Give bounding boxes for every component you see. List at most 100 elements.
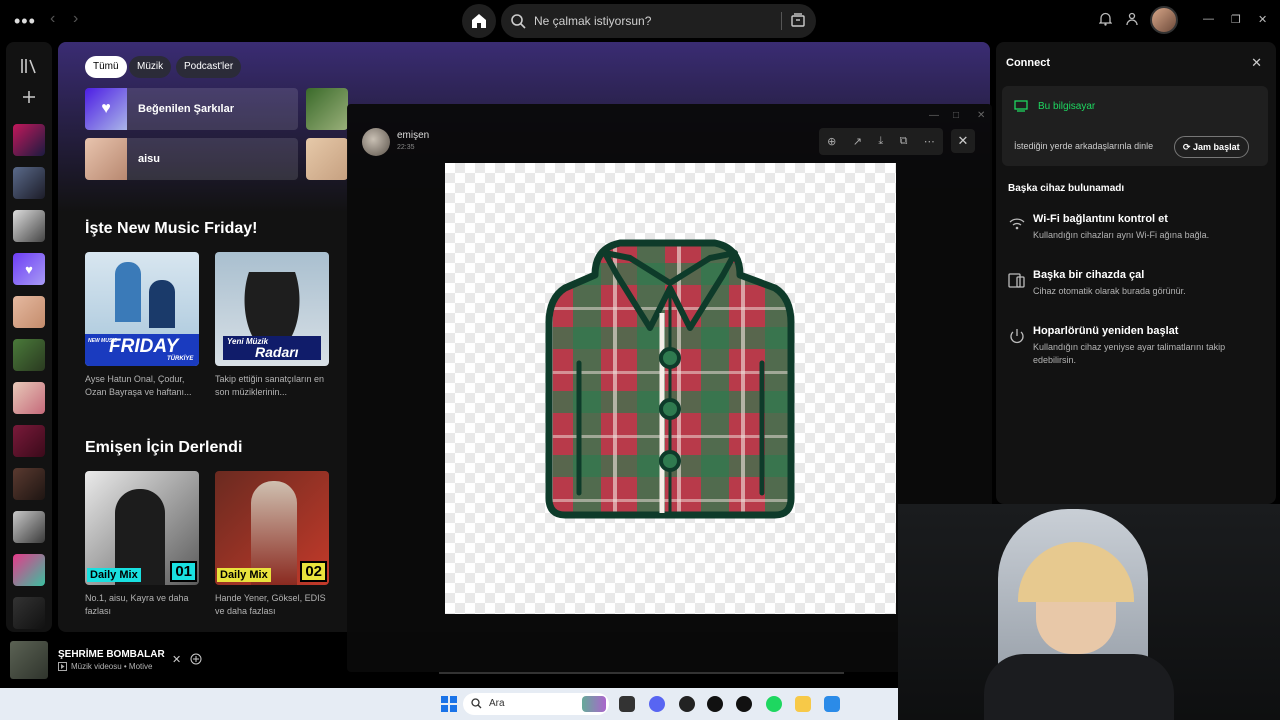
chatgpt-icon[interactable] xyxy=(736,696,752,712)
obs-icon[interactable] xyxy=(707,696,723,712)
close-icon[interactable]: ✕ xyxy=(1251,55,1262,71)
bell-icon[interactable] xyxy=(1099,12,1112,26)
option-description: Kullandığın cihazları aynı Wi-Fi ağına b… xyxy=(1033,230,1210,240)
library-item[interactable] xyxy=(13,425,45,457)
sender-name[interactable]: emişen xyxy=(397,130,429,141)
forward-arrow-icon[interactable]: › xyxy=(73,10,78,28)
search-divider xyxy=(781,12,782,30)
restore-icon[interactable]: ❐ xyxy=(1231,13,1241,26)
minimize-icon[interactable]: — xyxy=(1203,13,1214,25)
heart-icon: ♥ xyxy=(101,100,111,117)
library-item-liked[interactable]: ♥ xyxy=(13,253,45,285)
option-title: Hoparlörünü yeniden başlat xyxy=(1033,325,1179,337)
computer-icon xyxy=(1014,100,1028,112)
menu-dots-icon[interactable]: ••• xyxy=(14,11,36,32)
close-icon[interactable]: ✕ xyxy=(977,110,985,121)
quick-item-liked-songs[interactable]: ♥ Beğenilen Şarkılar xyxy=(85,88,298,130)
daily-mix-number: 02 xyxy=(300,561,327,582)
video-progress-track[interactable] xyxy=(439,672,844,674)
home-button[interactable] xyxy=(462,4,496,38)
search-highlight-icon[interactable] xyxy=(582,696,606,712)
jam-button[interactable]: ⟳ Jam başlat xyxy=(1174,136,1249,158)
quick-item[interactable] xyxy=(306,138,348,180)
windows-taskbar: Ara xyxy=(0,688,900,720)
share-icon[interactable]: ↗ xyxy=(853,135,862,148)
add-icon[interactable] xyxy=(190,653,202,665)
library-item[interactable] xyxy=(13,468,45,500)
back-arrow-icon[interactable]: ‹ xyxy=(50,10,55,28)
profile-avatar[interactable] xyxy=(1150,6,1178,34)
section-title-new-music[interactable]: İşte New Music Friday! xyxy=(85,220,258,238)
home-icon xyxy=(472,14,486,28)
download-icon[interactable]: ⤓ xyxy=(878,135,883,148)
app-icon[interactable] xyxy=(679,696,695,712)
library-item[interactable] xyxy=(13,124,45,156)
search-icon xyxy=(471,698,482,709)
library-item[interactable] xyxy=(13,296,45,328)
search-icon xyxy=(511,14,526,29)
power-icon xyxy=(1010,329,1024,344)
now-playing-subtitle[interactable]: Müzik videosu • Motive xyxy=(71,662,153,671)
library-item[interactable] xyxy=(13,210,45,242)
option-description: Kullandığın cihaz yeniyse ayar talimatla… xyxy=(1033,342,1226,365)
daily-mix-badge: Daily Mix xyxy=(87,568,141,582)
now-playing-title[interactable]: ŞEHRİME BOMBALAR xyxy=(58,649,165,660)
filter-all-chip[interactable]: Tümü xyxy=(85,56,127,78)
zoom-icon[interactable]: ⊕ xyxy=(827,135,836,148)
connect-title: Connect xyxy=(1006,57,1050,69)
library-item[interactable] xyxy=(13,382,45,414)
library-item[interactable] xyxy=(13,554,45,586)
current-device-name[interactable]: Bu bilgisayar xyxy=(1038,101,1095,112)
viewer-titlebar: — □ ✕ xyxy=(347,104,992,128)
browse-icon[interactable] xyxy=(790,12,806,28)
restore-icon[interactable]: □ xyxy=(953,110,959,121)
daily-mix-number: 01 xyxy=(170,561,197,582)
minimize-icon[interactable]: — xyxy=(929,110,939,121)
library-icon[interactable] xyxy=(20,58,38,74)
viewer-close-button[interactable]: ✕ xyxy=(951,129,975,153)
close-icon[interactable]: ✕ xyxy=(1258,13,1267,26)
search-bar[interactable]: Ne çalmak istiyorsun? xyxy=(501,4,816,38)
library-item[interactable] xyxy=(13,167,45,199)
option-title: Başka bir cihazda çal xyxy=(1033,269,1145,281)
library-item[interactable] xyxy=(13,597,45,629)
daily-mix-card-1[interactable]: Daily Mix 01 No.1, aisu, Kayra ve daha f… xyxy=(85,471,199,618)
now-playing-cover[interactable] xyxy=(10,641,48,679)
spotify-icon[interactable] xyxy=(766,696,782,712)
quick-item-cover xyxy=(306,138,348,180)
cover-main-text: FRIDAY xyxy=(109,336,179,357)
video-icon xyxy=(58,662,67,671)
plus-icon[interactable] xyxy=(22,90,36,104)
filter-music-chip[interactable]: Müzik xyxy=(129,56,172,78)
search-input[interactable]: Ne çalmak istiyorsun? xyxy=(534,14,651,28)
sender-avatar[interactable] xyxy=(362,128,390,156)
open-external-icon[interactable]: ⧉ xyxy=(900,135,908,148)
close-icon[interactable]: ✕ xyxy=(172,653,181,666)
file-explorer-icon[interactable] xyxy=(795,696,811,712)
heart-icon: ♥ xyxy=(25,261,33,277)
library-sidebar: ♥ xyxy=(6,42,52,632)
photos-icon[interactable] xyxy=(824,696,840,712)
section-title-mixes[interactable]: Emişen İçin Derlendi xyxy=(85,439,242,457)
devices-icon xyxy=(1008,273,1025,288)
friends-icon[interactable] xyxy=(1125,12,1139,26)
cover-main-text: Radarı xyxy=(255,344,299,360)
task-view-icon[interactable] xyxy=(619,696,635,712)
library-item[interactable] xyxy=(13,339,45,371)
quick-item[interactable] xyxy=(306,88,348,130)
friday-cover: NEW MUSIC FRIDAY TÜRKİYE xyxy=(85,252,199,366)
playlist-card-radar[interactable]: Yeni Müzik Radarı Takip ettiğin sanatçıl… xyxy=(215,252,329,399)
shirt-image[interactable] xyxy=(445,163,896,614)
wifi-icon xyxy=(1009,218,1025,230)
windows-start-icon[interactable] xyxy=(441,696,457,712)
liked-songs-cover: ♥ xyxy=(85,88,127,130)
filter-podcast-chip[interactable]: Podcast'ler xyxy=(176,56,242,78)
more-icon[interactable]: ⋯ xyxy=(924,135,935,148)
discord-icon[interactable] xyxy=(649,696,665,712)
daily-mix-card-2[interactable]: Daily Mix 02 Hande Yener, Göksel, EDIS v… xyxy=(215,471,329,618)
library-item[interactable] xyxy=(13,511,45,543)
quick-item-aisu[interactable]: aisu xyxy=(85,138,298,180)
no-devices-heading: Başka cihaz bulunamadı xyxy=(1008,183,1125,194)
playlist-card-friday[interactable]: NEW MUSIC FRIDAY TÜRKİYE Ayse Hatun Onal… xyxy=(85,252,199,399)
jam-description: İstediğin yerde arkadaşlarınla dinle xyxy=(1014,141,1154,151)
